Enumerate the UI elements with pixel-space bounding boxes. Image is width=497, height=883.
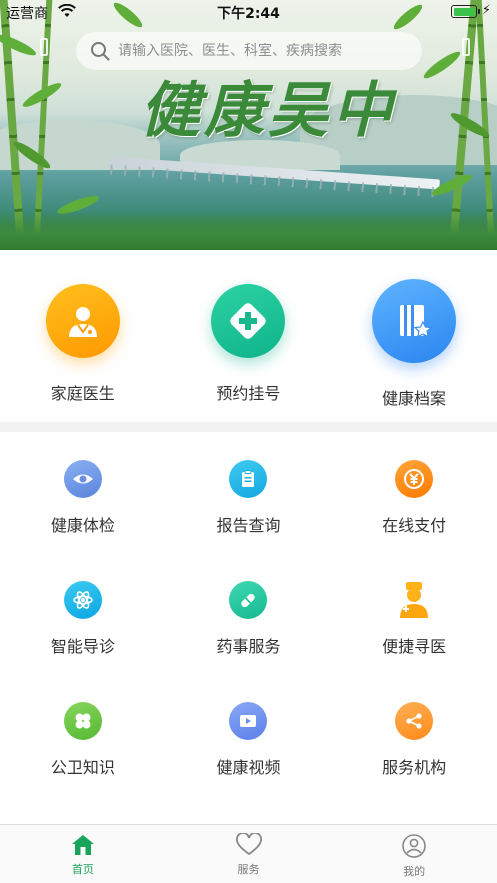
home-icon xyxy=(71,835,94,855)
service-label: 家庭医生 xyxy=(50,384,115,403)
tab-label: 服务 xyxy=(237,863,260,876)
service-appointment[interactable]: 预约挂号 xyxy=(166,250,332,422)
service-health-records[interactable]: 健康档案 xyxy=(331,250,497,422)
tab-label: 我的 xyxy=(403,865,426,878)
service-label: 健康视频 xyxy=(216,758,281,777)
nurse-icon xyxy=(395,581,433,619)
service-find-doctor[interactable]: 便捷寻医 xyxy=(331,581,497,702)
service-institutions[interactable]: 服务机构 xyxy=(331,702,497,823)
service-pharmacy[interactable]: 药事服务 xyxy=(166,581,332,702)
battery-icon xyxy=(451,5,480,18)
service-report-query[interactable]: 报告查询 xyxy=(166,460,332,581)
search-icon xyxy=(91,42,110,61)
service-label: 预约挂号 xyxy=(216,384,281,403)
user-icon xyxy=(402,834,426,858)
service-label: 健康体检 xyxy=(50,516,115,535)
tab-services[interactable]: 服务 xyxy=(166,825,332,883)
search-bar[interactable] xyxy=(76,32,422,70)
tab-label: 首页 xyxy=(71,863,94,876)
service-health-checkup[interactable]: 健康体检 xyxy=(0,460,166,581)
bottom-tab-bar: 首页 服务 我的 xyxy=(0,824,497,883)
service-public-health[interactable]: 公卫知识 xyxy=(0,702,166,823)
service-label: 药事服务 xyxy=(216,637,281,656)
pill-icon xyxy=(229,581,268,619)
tab-mine[interactable]: 我的 xyxy=(331,825,497,883)
charging-icon: ⚡ xyxy=(481,3,491,18)
main-services: 家庭医生 预约挂号 健康档案 xyxy=(0,250,497,422)
record-book-icon xyxy=(371,279,456,363)
scan-icon[interactable] xyxy=(40,38,48,56)
eye-icon xyxy=(63,460,102,498)
message-icon[interactable] xyxy=(462,38,470,56)
service-grid: 健康体检 报告查询 在线支付 智能导诊 药事服务 便捷寻医 公卫知识 健康视频 … xyxy=(0,432,497,824)
status-bar: 运营商 下午2:44 ⚡ xyxy=(0,0,497,24)
medical-cross-icon xyxy=(211,284,286,358)
status-time: 下午2:44 xyxy=(217,6,280,22)
shore-greenery xyxy=(0,210,497,250)
service-label: 报告查询 xyxy=(216,516,281,535)
yuan-icon xyxy=(395,460,434,498)
service-label: 健康档案 xyxy=(381,389,446,408)
clover-icon xyxy=(63,702,102,740)
bamboo-leaf xyxy=(421,48,463,82)
heart-icon xyxy=(235,833,262,856)
report-icon xyxy=(229,460,268,498)
search-input[interactable] xyxy=(118,43,408,59)
service-smart-triage[interactable]: 智能导诊 xyxy=(0,581,166,702)
service-label: 智能导诊 xyxy=(50,637,115,656)
video-icon xyxy=(229,702,268,740)
service-label: 服务机构 xyxy=(382,758,447,777)
service-health-video[interactable]: 健康视频 xyxy=(166,702,332,823)
service-label: 便捷寻医 xyxy=(382,637,447,656)
doctor-icon xyxy=(45,284,120,358)
tab-home[interactable]: 首页 xyxy=(0,825,166,883)
service-label: 在线支付 xyxy=(382,516,447,535)
service-family-doctor[interactable]: 家庭医生 xyxy=(0,250,166,422)
share-icon xyxy=(395,702,434,740)
banner-title: 健康吴中 xyxy=(140,76,396,146)
atom-icon xyxy=(63,581,102,619)
service-label: 公卫知识 xyxy=(50,758,115,777)
service-online-payment[interactable]: 在线支付 xyxy=(331,460,497,581)
